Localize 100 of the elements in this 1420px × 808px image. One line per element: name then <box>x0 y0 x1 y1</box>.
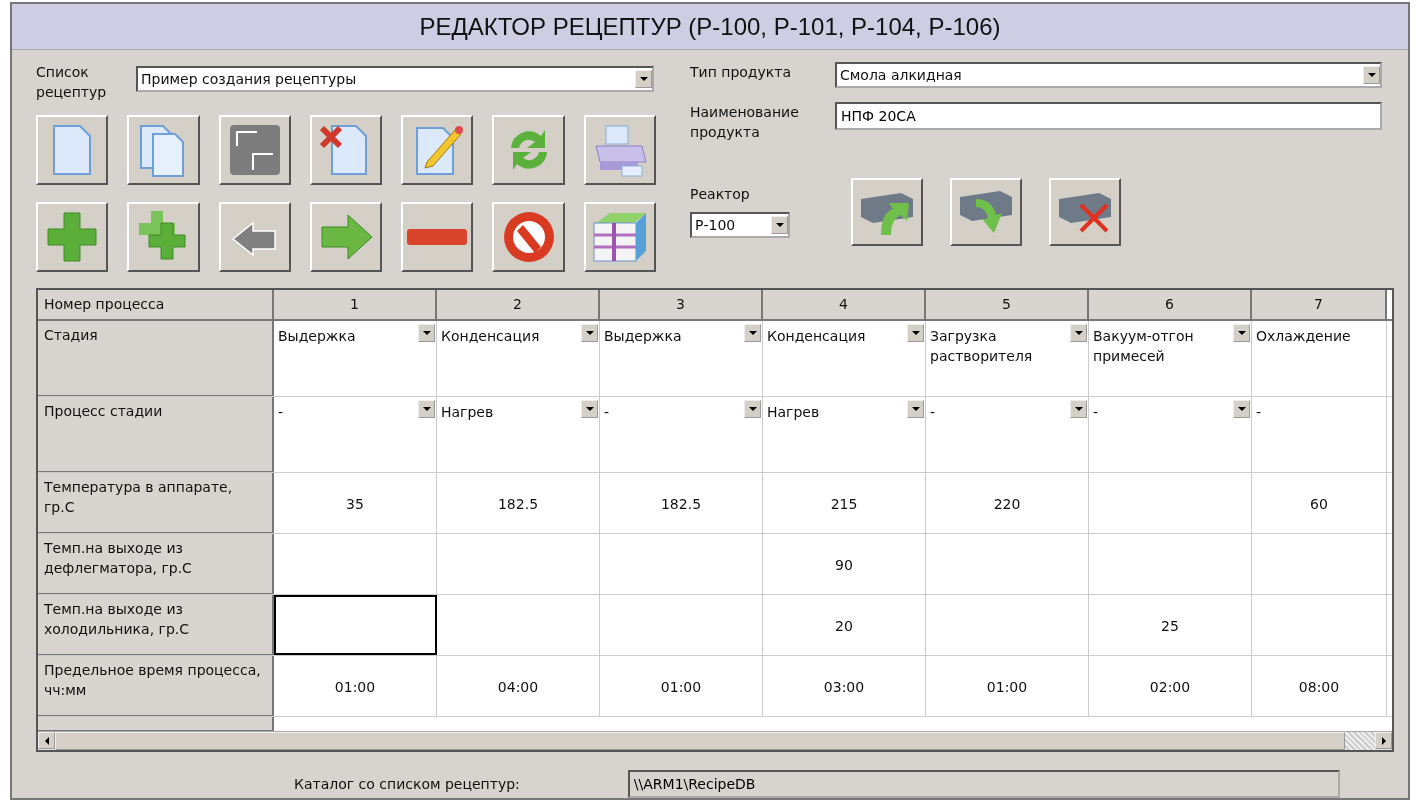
toolbar-button[interactable] <box>309 202 383 272</box>
cell-text: Выдержка <box>278 327 357 346</box>
cell-text: 90 <box>834 556 854 575</box>
table-cell[interactable]: - <box>1252 397 1387 472</box>
toolbar-button[interactable] <box>950 178 1022 246</box>
cell-text: - <box>1093 403 1100 422</box>
cell-text: - <box>1256 403 1263 422</box>
dropdown-button[interactable] <box>771 216 788 234</box>
toolbar-button[interactable] <box>127 115 200 185</box>
cell-text: Выдержка <box>604 327 683 346</box>
recipe-list-dropdown[interactable]: Пример создания рецептуры <box>136 66 654 92</box>
cell-dropdown-button[interactable] <box>907 324 924 342</box>
dropdown-arrow-icon <box>748 331 757 335</box>
dropdown-arrow-icon <box>1237 407 1246 411</box>
cell-text: Конденсация <box>767 327 867 346</box>
table-cell[interactable]: Загрузка растворителя <box>926 321 1089 396</box>
table-cell[interactable]: Выдержка <box>600 321 763 396</box>
cell-dropdown-button[interactable] <box>744 400 761 418</box>
cell-dropdown-button[interactable] <box>1233 400 1250 418</box>
cell-text: 01:00 <box>659 678 703 697</box>
row-header: Температура в аппарате, гр.С <box>38 473 274 533</box>
toolbar-button[interactable] <box>309 115 383 185</box>
cell-dropdown-button[interactable] <box>1233 324 1250 342</box>
toolbar-button[interactable] <box>583 202 656 272</box>
table-cell[interactable]: - <box>274 397 437 472</box>
catalog-path-field[interactable]: \\ARM1\RecipeDB <box>627 770 1340 798</box>
table-cell[interactable]: Конденсация <box>437 321 600 396</box>
column-header: 5 <box>926 290 1089 319</box>
cell-dropdown-button[interactable] <box>418 400 435 418</box>
cell-text: 215 <box>829 495 859 514</box>
product-type-dropdown[interactable]: Смола алкидная <box>835 62 1382 88</box>
row-header: Предельное время процесса, чч:мм <box>38 656 274 716</box>
dropdown-arrow-icon <box>775 223 784 227</box>
column-header: 7 <box>1252 290 1387 319</box>
cell-text: - <box>604 403 611 422</box>
dropdown-arrow-icon <box>911 331 920 335</box>
cell-text: Вакуум-отгон примесей <box>1093 327 1195 366</box>
row-header: Темп.на выходе из дефлегматора, гр.С <box>38 534 274 594</box>
dropdown-arrow-icon <box>422 331 431 335</box>
cell-text: Нагрев <box>767 403 821 422</box>
cell-dropdown-button[interactable] <box>1070 400 1087 418</box>
table-cell[interactable]: - <box>600 397 763 472</box>
cell-text: 01:00 <box>985 678 1029 697</box>
dropdown-arrow-icon <box>1237 331 1246 335</box>
table-cell[interactable]: - <box>926 397 1089 472</box>
column-header: 4 <box>763 290 926 319</box>
table-cell[interactable]: Конденсация <box>763 321 926 396</box>
dropdown-button[interactable] <box>1363 66 1380 84</box>
left-triangle-icon <box>44 736 49 745</box>
table-cell[interactable]: Охлаждение <box>1252 321 1387 396</box>
dropdown-arrow-icon <box>1074 331 1083 335</box>
cell-dropdown-button[interactable] <box>907 400 924 418</box>
dropdown-arrow-icon <box>585 331 594 335</box>
cell-text: 182.5 <box>496 495 540 514</box>
table-cell[interactable]: Вакуум-отгон примесей <box>1089 321 1252 396</box>
toolbar-button[interactable] <box>127 202 200 272</box>
toolbar-button[interactable] <box>401 202 474 272</box>
product-name-field[interactable]: НПФ 20СА <box>835 102 1382 130</box>
reactor-label: Реактор <box>690 185 751 204</box>
table-cell[interactable]: Нагрев <box>437 397 600 472</box>
cell-text: 220 <box>992 495 1022 514</box>
dropdown-arrow-icon <box>1074 407 1083 411</box>
cell-dropdown-button[interactable] <box>744 324 761 342</box>
cell-text: - <box>930 403 937 422</box>
toolbar-button[interactable] <box>492 202 565 272</box>
cell-dropdown-button[interactable] <box>1070 324 1087 342</box>
table-cell[interactable]: - <box>1089 397 1252 472</box>
window-title: РЕДАКТОР РЕЦЕПТУР (Р-100, Р-101, Р-104, Р-106) <box>419 12 1001 41</box>
table-cell[interactable]: Выдержка <box>274 321 437 396</box>
dropdown-arrow-icon <box>585 407 594 411</box>
cell-text: 01:00 <box>333 678 377 697</box>
dropdown-button[interactable] <box>635 70 652 88</box>
toolbar-button[interactable] <box>492 115 565 185</box>
toolbar-button[interactable] <box>583 115 656 185</box>
cell-text: 35 <box>345 495 365 514</box>
toolbar-button[interactable] <box>36 115 109 185</box>
cell-text: 03:00 <box>822 678 866 697</box>
dropdown-arrow-icon <box>1367 73 1376 77</box>
toolbar-button[interactable] <box>401 115 474 185</box>
cell-text: 182.5 <box>659 495 703 514</box>
recipe-list-label: Список рецептур <box>36 63 108 102</box>
cell-dropdown-button[interactable] <box>581 400 598 418</box>
cell-dropdown-button[interactable] <box>418 324 435 342</box>
column-header: 6 <box>1089 290 1252 319</box>
toolbar-button[interactable] <box>36 202 109 272</box>
reactor-dropdown[interactable]: Р-100 <box>690 212 790 238</box>
toolbar-button[interactable] <box>1049 178 1121 246</box>
dropdown-arrow-icon <box>748 407 757 411</box>
cell-dropdown-button[interactable] <box>581 324 598 342</box>
scroll-left-button[interactable] <box>38 732 55 749</box>
product-name-label: Наименование продукта <box>690 103 800 142</box>
row-header: Стадия <box>38 321 274 396</box>
cell-text: Охлаждение <box>1256 327 1352 346</box>
table-cell[interactable]: Нагрев <box>763 397 926 472</box>
cell-text: 02:00 <box>1148 678 1192 697</box>
scroll-right-button[interactable] <box>1375 732 1392 749</box>
minus-icon <box>407 229 468 245</box>
row-header: Процесс стадии <box>38 397 274 472</box>
toolbar-button[interactable] <box>851 178 923 246</box>
column-header: 1 <box>274 290 437 319</box>
